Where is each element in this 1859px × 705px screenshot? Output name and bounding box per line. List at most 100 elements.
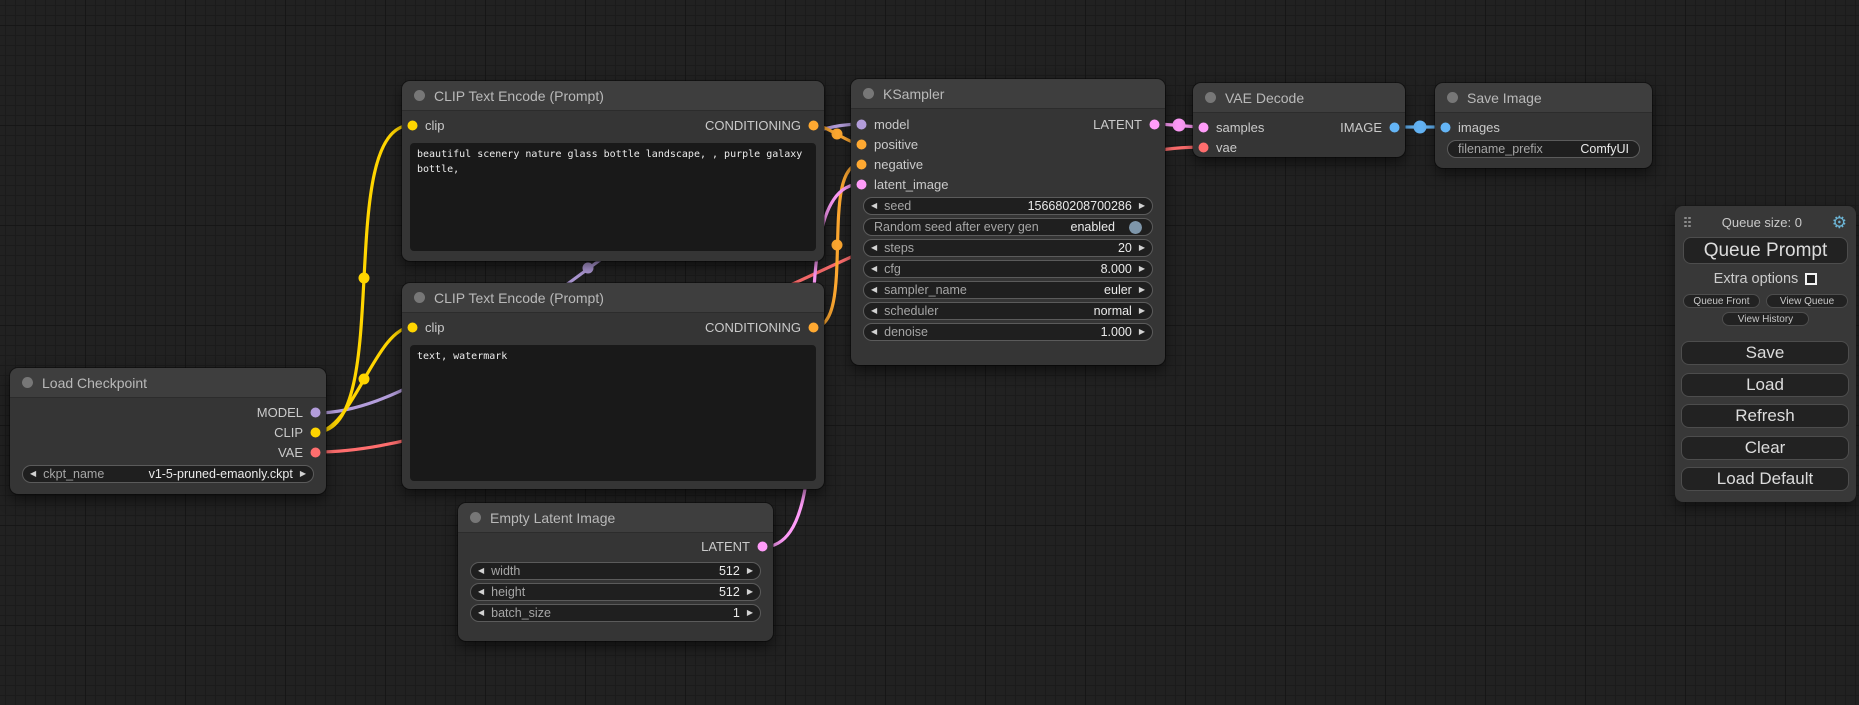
collapse-dot-icon[interactable] [1205,92,1216,103]
widget-sampler-name[interactable]: ◀ sampler_name euler ▶ [863,281,1153,299]
widget-width[interactable]: ◀ width 512 ▶ [470,562,761,580]
input-label-clip: clip [425,320,445,335]
prompt-textarea[interactable]: text, watermark [410,345,816,481]
input-slot-images[interactable] [1440,122,1451,133]
queue-front-button[interactable]: Queue Front [1683,294,1760,308]
queue-prompt-button[interactable]: Queue Prompt [1683,237,1848,264]
decrement-arrow-icon[interactable]: ◀ [478,588,484,596]
view-queue-button[interactable]: View Queue [1766,294,1848,308]
load-default-button[interactable]: Load Default [1681,467,1849,491]
widget-ckpt-name[interactable]: ◀ ckpt_name v1-5-pruned-emaonly.ckpt ▶ [22,465,314,483]
output-slot-conditioning[interactable] [808,322,819,333]
node-clip-text-encode-negative[interactable]: CLIP Text Encode (Prompt) clip CONDITION… [402,283,824,489]
input-label-positive: positive [874,137,918,152]
input-label-model: model [874,117,909,132]
output-slot-clip[interactable] [310,427,321,438]
node-title-bar[interactable]: VAE Decode [1193,83,1405,113]
decrement-arrow-icon[interactable]: ◀ [871,286,877,294]
node-title-bar[interactable]: CLIP Text Encode (Prompt) [402,283,824,313]
input-slot-vae[interactable] [1198,142,1209,153]
widget-cfg[interactable]: ◀ cfg 8.000 ▶ [863,260,1153,278]
collapse-dot-icon[interactable] [22,377,33,388]
decrement-arrow-icon[interactable]: ◀ [871,328,877,336]
node-ksampler[interactable]: KSampler model LATENT positive [851,79,1165,365]
widget-filename-prefix[interactable]: filename_prefix ComfyUI [1447,140,1640,158]
node-title-bar[interactable]: Empty Latent Image [458,503,773,533]
widget-steps[interactable]: ◀ steps 20 ▶ [863,239,1153,257]
output-slot-image[interactable] [1389,122,1400,133]
input-label-vae: vae [1216,140,1237,155]
widget-random-seed-toggle[interactable]: Random seed after every gen enabled [863,218,1153,236]
increment-arrow-icon[interactable]: ▶ [1139,265,1145,273]
input-slot-clip[interactable] [407,120,418,131]
node-load-checkpoint[interactable]: Load Checkpoint MODEL CLIP VAE [10,368,326,494]
collapse-dot-icon[interactable] [414,90,425,101]
save-button[interactable]: Save [1681,341,1849,365]
widget-denoise[interactable]: ◀ denoise 1.000 ▶ [863,323,1153,341]
input-slot-positive[interactable] [856,139,867,150]
node-clip-text-encode-positive[interactable]: CLIP Text Encode (Prompt) clip CONDITION… [402,81,824,261]
collapse-dot-icon[interactable] [863,88,874,99]
increment-arrow-icon[interactable]: ▶ [1139,244,1145,252]
node-graph-canvas[interactable]: Load Checkpoint MODEL CLIP VAE [0,0,1859,705]
decrement-arrow-icon[interactable]: ◀ [478,609,484,617]
node-title-bar[interactable]: Load Checkpoint [10,368,326,398]
node-save-image[interactable]: Save Image images filename_prefix ComfyU… [1435,83,1652,168]
input-slot-model[interactable] [856,119,867,130]
collapse-dot-icon[interactable] [1447,92,1458,103]
node-empty-latent-image[interactable]: Empty Latent Image LATENT ◀ width 512 ▶ … [458,503,773,641]
increment-arrow-icon[interactable]: ▶ [1139,328,1145,336]
input-slot-clip[interactable] [407,322,418,333]
increment-arrow-icon[interactable]: ▶ [747,588,753,596]
output-label-image: IMAGE [1340,120,1382,135]
view-history-button[interactable]: View History [1722,312,1809,326]
input-slot-negative[interactable] [856,159,867,170]
decrement-arrow-icon[interactable]: ◀ [871,244,877,252]
increment-arrow-icon[interactable]: ▶ [300,470,306,478]
output-label-conditioning: CONDITIONING [705,118,801,133]
toggle-enabled-icon[interactable] [1129,221,1142,234]
increment-arrow-icon[interactable]: ▶ [1139,307,1145,315]
load-button[interactable]: Load [1681,373,1849,397]
node-title-bar[interactable]: KSampler [851,79,1165,109]
drag-handle-icon[interactable] [1684,217,1692,229]
output-label-vae: VAE [278,445,303,460]
decrement-arrow-icon[interactable]: ◀ [478,567,484,575]
increment-arrow-icon[interactable]: ▶ [1139,202,1145,210]
decrement-arrow-icon[interactable]: ◀ [871,202,877,210]
link-positive-dot [832,129,843,140]
widget-batch-size[interactable]: ◀ batch_size 1 ▶ [470,604,761,622]
input-slot-samples[interactable] [1198,122,1209,133]
link-negative-dot [832,240,843,251]
decrement-arrow-icon[interactable]: ◀ [871,307,877,315]
prompt-textarea[interactable]: beautiful scenery nature glass bottle la… [410,143,816,251]
widget-height[interactable]: ◀ height 512 ▶ [470,583,761,601]
refresh-button[interactable]: Refresh [1681,404,1849,428]
collapse-dot-icon[interactable] [414,292,425,303]
decrement-arrow-icon[interactable]: ◀ [30,470,36,478]
widget-seed[interactable]: ◀ seed 156680208700286 ▶ [863,197,1153,215]
output-slot-vae[interactable] [310,447,321,458]
input-slot-latent-image[interactable] [856,179,867,190]
clear-button[interactable]: Clear [1681,436,1849,460]
output-slot-model[interactable] [310,407,321,418]
output-label-clip: CLIP [274,425,303,440]
extra-options-checkbox[interactable] [1805,273,1817,285]
node-title-bar[interactable]: Save Image [1435,83,1652,113]
output-slot-conditioning[interactable] [808,120,819,131]
increment-arrow-icon[interactable]: ▶ [747,609,753,617]
node-title-bar[interactable]: CLIP Text Encode (Prompt) [402,81,824,111]
collapse-dot-icon[interactable] [470,512,481,523]
decrement-arrow-icon[interactable]: ◀ [871,265,877,273]
link-image-dot [1414,121,1427,134]
output-slot-latent[interactable] [1149,119,1160,130]
node-title: KSampler [883,86,944,102]
increment-arrow-icon[interactable]: ▶ [1139,286,1145,294]
increment-arrow-icon[interactable]: ▶ [747,567,753,575]
queue-panel: Queue size: 0 ⚙ Queue Prompt Extra optio… [1675,206,1856,502]
widget-scheduler[interactable]: ◀ scheduler normal ▶ [863,302,1153,320]
node-vae-decode[interactable]: VAE Decode samples IMAGE vae [1193,83,1405,157]
settings-gear-icon[interactable]: ⚙ [1832,214,1847,231]
output-slot-latent[interactable] [757,541,768,552]
node-title: CLIP Text Encode (Prompt) [434,88,604,104]
